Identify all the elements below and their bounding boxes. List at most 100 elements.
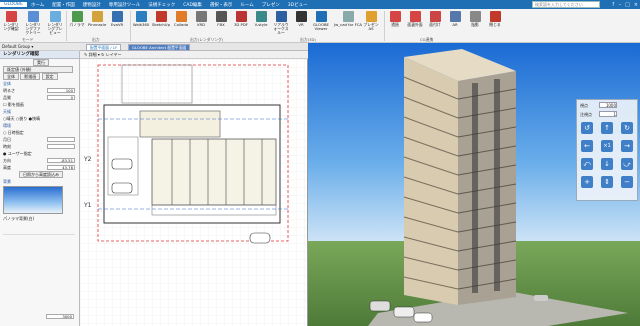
background-preview[interactable] (3, 186, 63, 214)
menu-select-view[interactable]: 選択・表示 (206, 2, 237, 8)
help-icon[interactable]: ? (612, 2, 615, 8)
rotate-right-icon[interactable]: ↻ (621, 122, 633, 134)
quality-label: 品質 (3, 95, 11, 100)
ribbon: レンダリング確認 レンダリングファクトリー レンダリングプレビュー パノラマ P… (0, 9, 640, 43)
zoom-reset-icon[interactable]: ×1 (601, 140, 613, 152)
tilt-icon[interactable]: ⤺ (581, 158, 593, 170)
arrow-right-icon[interactable]: → (621, 140, 633, 152)
panorama-button[interactable]: パノラマ (68, 11, 86, 37)
evavr-icon (111, 11, 123, 22)
tab-all[interactable]: 全体 (3, 73, 19, 80)
pinnacle-button[interactable]: Pinnnacle (88, 11, 106, 37)
sun-read-button[interactable]: 日照から高度読込み (19, 171, 63, 178)
render-preview-button[interactable]: レンダリングプレビュー (46, 11, 64, 37)
jwcad-button[interactable]: Jw_cad for FCA (334, 11, 362, 37)
sky-option-clear: 晴天 (6, 116, 15, 121)
present-icon (365, 11, 377, 22)
shadow-icon (469, 11, 481, 22)
bg-caption: パノラマ背景(白) (3, 216, 35, 221)
present-as-button[interactable]: プレゼンAS (362, 11, 380, 37)
floor-plan-drawing: Y2 Y1 (80, 59, 307, 326)
bg-section: 背景 (3, 179, 11, 184)
transparent-button[interactable]: 透過 (386, 11, 404, 37)
fbx-icon (215, 11, 227, 22)
altitude-field[interactable]: 43.78 (47, 165, 75, 170)
plan-tabbar: 配置平面図 / 1F GLOOBE Architect 配置平面図 (80, 43, 308, 51)
bottom-field[interactable]: 3000 (46, 314, 74, 319)
walk360-button[interactable]: Walk360 (132, 11, 150, 37)
date-field[interactable] (47, 137, 75, 142)
gloobe-viewer-button[interactable]: GLOOBE Viewer (312, 11, 330, 37)
vrd-button[interactable]: VRD (192, 11, 210, 37)
menu-room[interactable]: ルーム (236, 2, 257, 8)
plan-toolbar[interactable]: ✎ 詳細 ▾ ↻ レイヤー (80, 51, 308, 59)
collada-button[interactable]: Collada (172, 11, 190, 37)
arrow-left-icon[interactable]: ← (581, 140, 593, 152)
menu-cad-edit[interactable]: CAD編集 (179, 2, 206, 8)
ar-icon (449, 11, 461, 22)
walk-icon[interactable]: ⇕ (601, 176, 613, 188)
menu-home[interactable]: ホーム (27, 2, 48, 8)
date-label: 月日 (3, 137, 11, 142)
menu-regulation-check[interactable]: 法規チェック (144, 2, 179, 8)
tab-plan-layout[interactable]: GLOOBE Architect 配置平面図 (128, 44, 191, 51)
face-button[interactable]: 面付け (426, 11, 444, 37)
maximize-icon[interactable]: □ (625, 2, 630, 8)
menu-building-design[interactable]: 建物設計 (79, 2, 105, 8)
close-icon[interactable]: × (634, 2, 638, 8)
sky-label: 天候 (3, 109, 11, 114)
execute-button[interactable]: 実行 (33, 59, 49, 66)
vrd-icon (195, 11, 207, 22)
render-factory-button[interactable]: レンダリングファクトリー (24, 11, 42, 37)
sketchup-icon (155, 11, 167, 22)
3d-view[interactable]: 視点 1000 注視点 1 ↺ ↑ ↻ ← ×1 → ⤺ ↓ ⤻ + ⇕ − (308, 43, 640, 326)
menu-presentation[interactable]: プレゼン (258, 2, 284, 8)
target-field[interactable]: 1 (599, 111, 617, 117)
sketchup-button[interactable]: SketchUp (152, 11, 170, 37)
search-input[interactable]: 検索語を入力してください (532, 1, 600, 8)
render-check-button[interactable]: レンダリング確認 (2, 11, 20, 37)
zoom-out-icon[interactable]: − (621, 176, 633, 188)
evavr-button[interactable]: EvaVR (108, 11, 126, 37)
fbx-button[interactable]: FBX (212, 11, 230, 37)
backface-icon (409, 11, 421, 22)
tab-settings[interactable]: 設定 (41, 73, 58, 80)
azimuth-label: 方向 (3, 158, 11, 163)
tab-plan-1f[interactable]: 配置平面図 / 1F (86, 44, 122, 51)
viewpoint-field[interactable]: 1000 (599, 102, 617, 108)
vstyle-button[interactable]: V-style (252, 11, 270, 37)
panel-empty-area (3, 234, 75, 312)
tab-shadow[interactable]: 影描画 (20, 73, 41, 80)
brightness-field[interactable]: 100 (47, 88, 75, 93)
menu-gloobe[interactable]: GLOOBE (0, 2, 27, 7)
minimize-icon[interactable]: – (619, 2, 622, 8)
brightness-label: 明るさ (3, 88, 15, 93)
quality-field[interactable]: 0 (47, 95, 75, 100)
jwcad-icon (342, 11, 354, 22)
zoom-in-icon[interactable]: + (581, 176, 593, 188)
plan-view[interactable]: Y2 Y1 (80, 59, 308, 326)
render-icon (5, 11, 17, 22)
arrow-down-icon[interactable]: ↓ (601, 158, 613, 170)
group-selector[interactable]: Default Group ▾ (0, 43, 80, 51)
realwalk-button[interactable]: リアルウォークスルー (272, 11, 290, 37)
ar-button[interactable]: AR (446, 11, 464, 37)
3dpdf-button[interactable]: 3D PDF (232, 11, 250, 37)
menu-3dview[interactable]: 3Dビュー (284, 2, 312, 8)
back-face-button[interactable]: 面裏外面 (406, 11, 424, 37)
vr-button[interactable]: VR (292, 11, 310, 37)
close-ribbon-button[interactable]: 閉じる (486, 11, 504, 37)
collada-icon (175, 11, 187, 22)
menu-special-tools[interactable]: 専用設計ツール (105, 2, 145, 8)
shadow-button[interactable]: 陰影 (466, 11, 484, 37)
preset-select[interactable]: 既定値 (外観) (3, 66, 73, 73)
arrow-up-icon[interactable]: ↑ (601, 122, 613, 134)
tilt-back-icon[interactable]: ⤻ (621, 158, 633, 170)
rotate-left-icon[interactable]: ↺ (581, 122, 593, 134)
time-field[interactable] (47, 144, 75, 149)
axis-label-y2: Y2 (83, 156, 92, 163)
sky-option-cloudy: 曇り (19, 116, 28, 121)
azimuth-field[interactable]: -83.51 (47, 158, 75, 163)
menu-place-draw[interactable]: 配置・作図 (48, 2, 79, 8)
time-label: 時刻 (3, 144, 11, 149)
